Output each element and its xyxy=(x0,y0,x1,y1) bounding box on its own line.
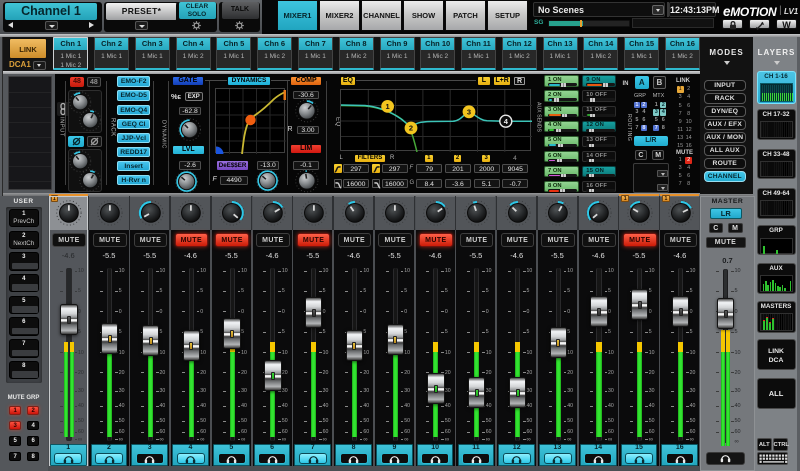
svg-text:1: 1 xyxy=(386,102,390,111)
svg-text:3: 3 xyxy=(467,107,471,116)
svg-text:2: 2 xyxy=(409,123,413,132)
